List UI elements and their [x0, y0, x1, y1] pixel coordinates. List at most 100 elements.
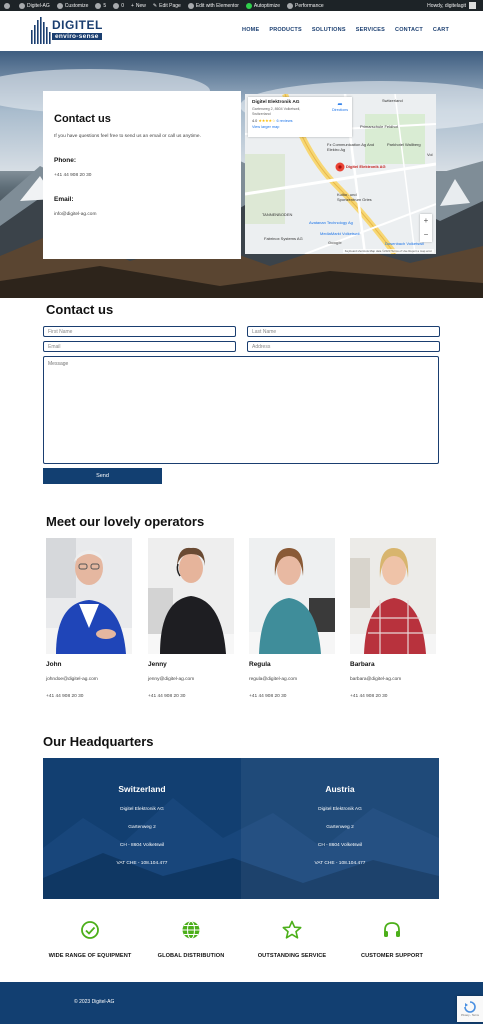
office-vat: VAT CHE - 108.104.477: [116, 861, 168, 866]
contact-card-intro: If you have questions feel free to send …: [54, 134, 201, 139]
plus-icon: +: [130, 2, 134, 9]
operator-name: Jenny: [148, 661, 167, 668]
operator-phone[interactable]: +41 44 908 20 30: [46, 694, 132, 699]
operator-card: Regula regula@digitel-ag.com +41 44 908 …: [249, 538, 335, 699]
feature-equipment: WIDE RANGE OF EQUIPMENT: [40, 920, 140, 959]
operator-phone[interactable]: +41 44 908 20 30: [148, 694, 234, 699]
admin-elementor[interactable]: Edit with Elementor: [187, 2, 239, 9]
admin-edit-page[interactable]: ✎ Edit Page: [153, 3, 181, 9]
map-label: Kultur- und Sportzentrum Gries: [337, 192, 372, 202]
operator-photo-regula: [249, 538, 335, 654]
operator-phone[interactable]: +41 44 908 20 30: [249, 694, 335, 699]
check-circle-icon: [81, 921, 99, 939]
nav-home[interactable]: HOME: [242, 27, 259, 33]
comment-icon: [113, 2, 120, 9]
nav-contact[interactable]: CONTACT: [395, 27, 423, 33]
office-company: Digitel Elektronik AG: [318, 807, 362, 812]
admin-customize[interactable]: Customize: [56, 2, 88, 9]
map-label: Avatanan Technology Ag: [309, 220, 353, 225]
map-label: Switzerland: [382, 98, 403, 103]
map-label: MediaMarkt Volketswil: [320, 231, 360, 236]
operator-photo-jenny: [148, 538, 234, 654]
admin-account[interactable]: Howdy, digitelagit: [427, 2, 476, 9]
directions-button[interactable]: ➦ Directions: [332, 101, 348, 112]
admin-autoptimize[interactable]: Autoptimize: [245, 2, 280, 9]
nav-solutions[interactable]: SOLUTIONS: [312, 27, 346, 33]
zoom-out-button[interactable]: −: [420, 228, 432, 242]
feature-service: OUTSTANDING SERVICE: [242, 920, 342, 959]
office-country: Austria: [325, 784, 355, 794]
map-label: Dosenbach Volketswil: [385, 241, 424, 246]
send-button[interactable]: Send: [43, 468, 162, 484]
headquarters-panel: Switzerland Digitel Elektronik AG Garten…: [43, 758, 439, 899]
office-street: Gartenweg 2: [128, 825, 156, 830]
site-footer: © 2023 Digitel-AG Privacy - Terms: [0, 982, 483, 1024]
updates-icon: [95, 2, 102, 9]
feature-distribution: GLOBAL DISTRIBUTION: [141, 920, 241, 959]
map-place-address: Gartenweg 2, 8604 Volketswil, Switzerlan…: [252, 107, 301, 116]
admin-updates[interactable]: 5: [95, 2, 106, 9]
view-larger-map-link[interactable]: View larger map: [252, 125, 348, 129]
operator-card: John johndoe@digitel-ag.com +41 44 908 2…: [46, 538, 132, 699]
recaptcha-icon: [464, 1001, 476, 1013]
map-label: Parkhotel Wallberg: [387, 142, 421, 147]
operator-photo-jenny: [148, 538, 234, 654]
operator-email[interactable]: johndoe@digitel-ag.com: [46, 677, 132, 682]
nav-services[interactable]: SERVICES: [356, 27, 385, 33]
map-place-card: Digitel Elektronik AG Gartenweg 2, 8604 …: [248, 97, 352, 137]
office-company: Digitel Elektronik AG: [120, 807, 164, 812]
recaptcha-badge[interactable]: Privacy - Terms: [457, 996, 483, 1022]
map-label: TANNENBODEN: [262, 212, 293, 217]
operator-card: Barbara barbara@digitel-ag.com +41 44 90…: [350, 538, 436, 699]
office-city: CH - 8604 Volketswil: [119, 843, 165, 848]
map-label: Fabrinox Systems AG: [264, 236, 303, 241]
operator-card: Jenny jenny@digitel-ag.com +41 44 908 20…: [148, 538, 234, 699]
operator-photo-barbara: [350, 538, 436, 654]
headquarters-title: Our Headquarters: [43, 734, 154, 749]
message-textarea[interactable]: [43, 356, 439, 464]
first-name-input[interactable]: [43, 326, 236, 337]
site-logo[interactable]: DIGITEL enviro-sense: [30, 16, 102, 44]
operator-phone[interactable]: +41 44 908 20 30: [350, 694, 436, 699]
phone-value[interactable]: +41 44 908 20 30: [54, 173, 230, 178]
last-name-input[interactable]: [247, 326, 440, 337]
operator-email[interactable]: barbara@digitel-ag.com: [350, 677, 436, 682]
email-input[interactable]: [43, 341, 236, 352]
nav-cart[interactable]: CART: [433, 27, 449, 33]
nav-products[interactable]: PRODUCTS: [269, 27, 301, 33]
email-value[interactable]: info@digitel-ag.com: [54, 212, 230, 217]
operator-name: John: [46, 661, 62, 668]
site-header: DIGITEL enviro-sense HOME PRODUCTS SOLUT…: [0, 11, 483, 51]
office-austria: Austria Digitel Elektronik AG Gartenweg …: [241, 758, 439, 899]
map-pin-label: Digitel Elektronik AG: [346, 164, 386, 169]
admin-comments[interactable]: 0: [113, 2, 124, 9]
admin-site-name[interactable]: Digitel-AG: [19, 2, 50, 9]
form-title: Contact us: [46, 302, 114, 317]
email-label: Email:: [54, 196, 74, 203]
headset-icon: [384, 922, 400, 937]
zoom-in-button[interactable]: +: [420, 214, 432, 228]
star-icon: [282, 920, 302, 939]
operator-email[interactable]: regula@digitel-ag.com: [249, 677, 335, 682]
operator-email[interactable]: jenny@digitel-ag.com: [148, 677, 234, 682]
feature-support: CUSTOMER SUPPORT: [342, 920, 442, 959]
pencil-icon: ✎: [152, 2, 158, 9]
office-city: CH - 8604 Volketswil: [317, 843, 363, 848]
office-vat: VAT CHE - 108.104.477: [314, 861, 366, 866]
map-reviews-link[interactable]: 6 reviews: [276, 119, 292, 123]
map-attribution: Keyboard shortcuts Map data ©2023 Terms …: [342, 249, 434, 253]
copyright: © 2023 Digitel-AG: [74, 999, 115, 1005]
address-input[interactable]: [247, 341, 440, 352]
admin-new[interactable]: + New: [131, 3, 146, 9]
operators-title: Meet our lovely operators: [46, 514, 205, 529]
brush-icon: [56, 2, 63, 9]
elementor-icon: [187, 2, 194, 9]
operator-name: Regula: [249, 661, 271, 668]
admin-performance[interactable]: Performance: [287, 2, 324, 9]
wp-logo-menu[interactable]: [4, 2, 12, 9]
operator-photo-john: [46, 538, 132, 654]
operator-photo-regula: [249, 538, 335, 654]
office-switzerland: Switzerland Digitel Elektronik AG Garten…: [43, 758, 241, 899]
google-map[interactable]: Digitel Elektronik AG Gartenweg 2, 8604 …: [245, 94, 436, 254]
map-label: Fz Communication Ag And Elektro Ag: [327, 142, 375, 152]
